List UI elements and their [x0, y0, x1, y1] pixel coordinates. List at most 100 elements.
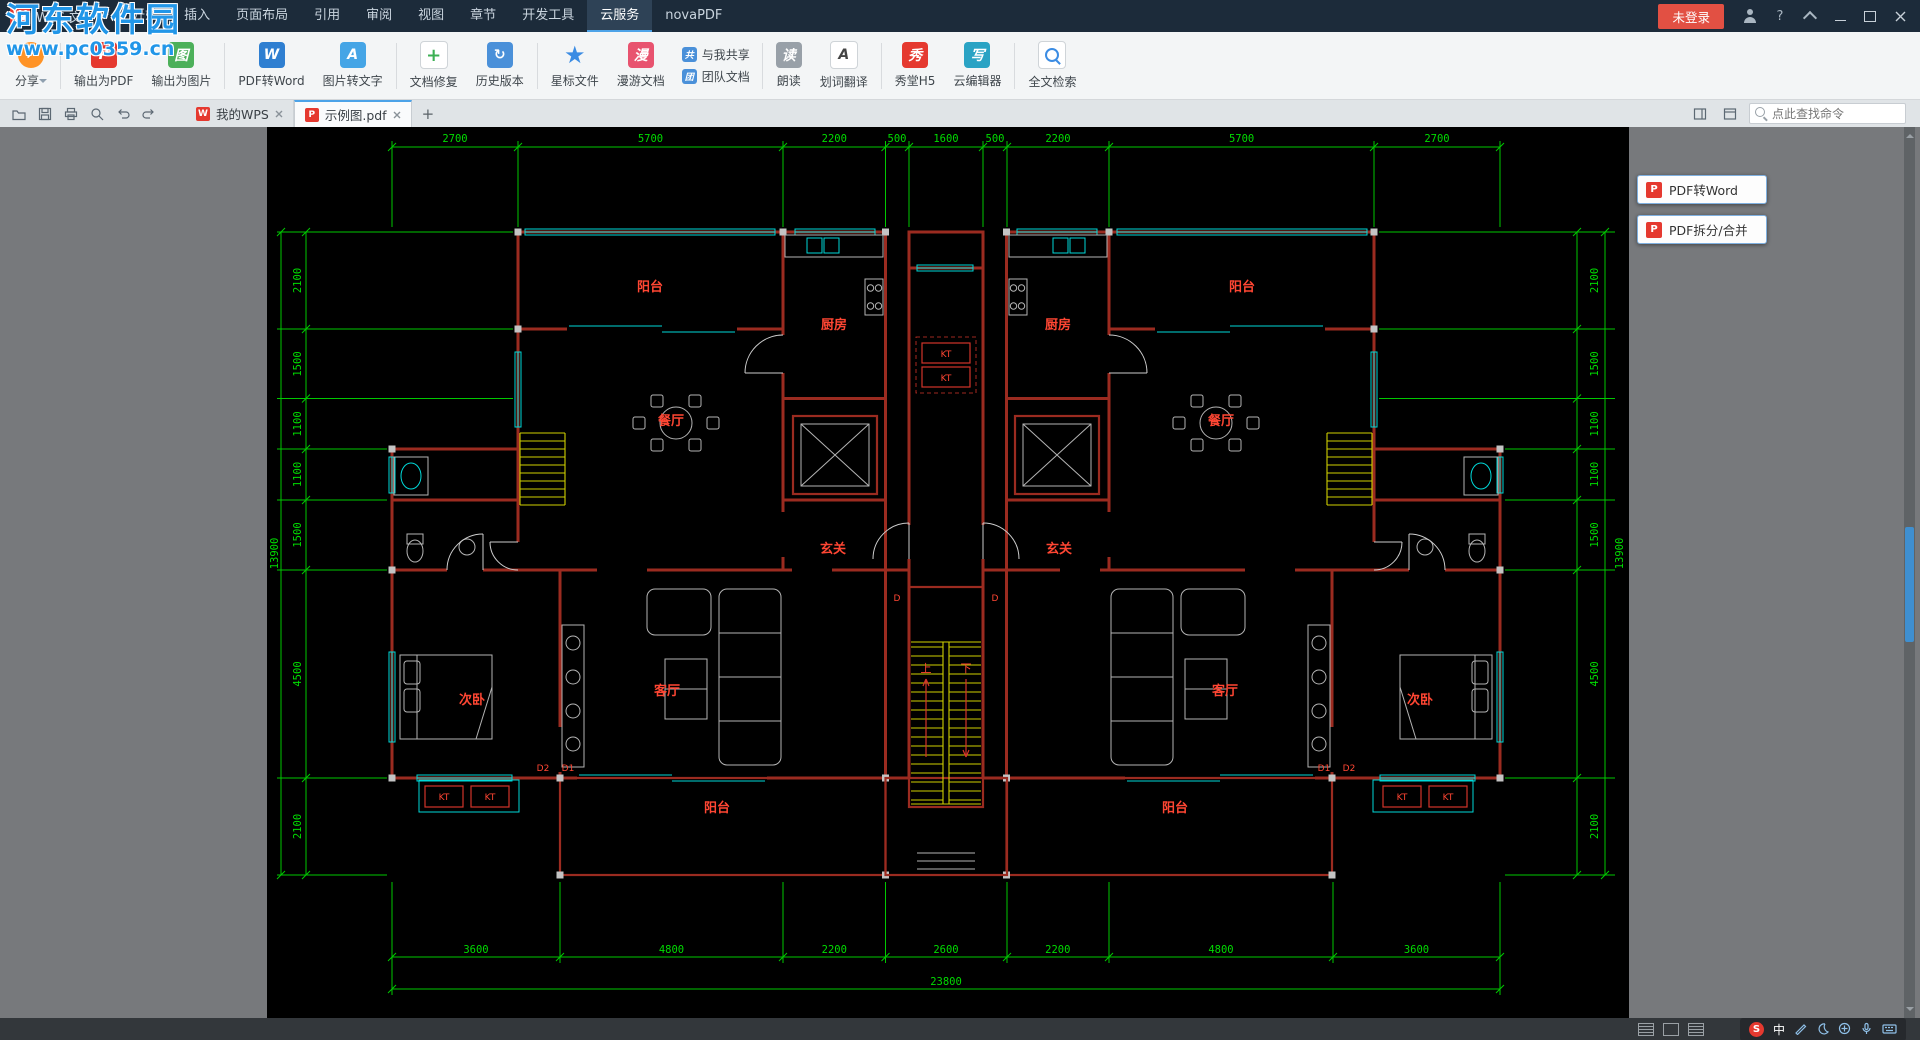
scrollbar-thumb[interactable]: [1905, 527, 1914, 642]
help-icon[interactable]: ?: [1766, 4, 1794, 28]
dim-label: 1100: [1589, 411, 1601, 436]
print-icon[interactable]: [60, 103, 82, 124]
pdf-split-merge-floating-button[interactable]: P PDF拆分/合并: [1637, 215, 1767, 244]
ribbon-button-doc-repair[interactable]: + 文档修复: [401, 38, 467, 93]
menu-section[interactable]: 章节: [457, 0, 509, 32]
dim-label: 4800: [659, 944, 684, 956]
pdf-to-word-floating-button[interactable]: P PDF转Word: [1637, 175, 1767, 204]
dim-label: 5700: [638, 133, 663, 145]
door-label-d2: D2: [537, 764, 550, 774]
undo-icon[interactable]: [112, 103, 134, 124]
print-preview-icon[interactable]: [86, 103, 108, 124]
dim-label: 4800: [1208, 944, 1233, 956]
ime-mic-icon[interactable]: [1860, 1020, 1873, 1039]
ime-keyboard-icon[interactable]: [1882, 1020, 1897, 1039]
ime-language-toggle[interactable]: 中: [1773, 1021, 1785, 1038]
view-mode-page-icon[interactable]: [1663, 1023, 1679, 1036]
menu-novapdf[interactable]: novaPDF: [652, 0, 735, 32]
menu-page-layout[interactable]: 页面布局: [223, 0, 301, 32]
center-core: [886, 232, 1008, 875]
tab-sample-pdf[interactable]: P 示例图.pdf: [294, 100, 412, 127]
tab-my-wps[interactable]: W 我的WPS: [186, 100, 294, 127]
command-search-box[interactable]: [1749, 103, 1906, 124]
chevron-up-icon: [1803, 11, 1817, 25]
room-label-balcony: 阳台: [1229, 279, 1255, 295]
ribbon-toolbar: ↗ 分享 P 输出为PDF 图 输出为图片 W PDF转Word A 图片转文字…: [0, 32, 1920, 100]
quick-access-toolbar: [0, 103, 168, 124]
dim-label: 1100: [292, 462, 304, 487]
open-folder-icon[interactable]: [8, 103, 30, 124]
menu-cloud-services[interactable]: 云服务: [587, 0, 652, 32]
ribbon-button-read-aloud[interactable]: 读 朗读: [767, 39, 811, 92]
menu-references[interactable]: 引用: [301, 0, 353, 32]
dim-total-width: 23800: [930, 976, 962, 988]
scroll-down-icon[interactable]: [1906, 1007, 1914, 1015]
ribbon-button-pdf-to-word[interactable]: W PDF转Word: [229, 39, 313, 92]
app-menu[interactable]: W WPS 文字: [0, 6, 119, 26]
ribbon-button-team-docs[interactable]: 团 团队文档: [682, 68, 750, 85]
ribbon-button-cloud-editor[interactable]: 写 云编辑器: [944, 39, 1010, 92]
collapse-ribbon-icon[interactable]: [1796, 4, 1824, 28]
menu-insert[interactable]: 插入: [171, 0, 223, 32]
ribbon-button-starred-files[interactable]: ★ 星标文件: [542, 39, 608, 92]
door-label: D: [894, 594, 901, 604]
shared-with-me-icon: 共: [682, 47, 697, 62]
maximize-button[interactable]: [1856, 4, 1884, 28]
account-icon[interactable]: [1736, 4, 1764, 28]
ribbon-button-shared-with-me[interactable]: 共 与我共享: [682, 46, 750, 63]
ime-pen-icon[interactable]: [1794, 1020, 1807, 1039]
login-button[interactable]: 未登录: [1658, 4, 1724, 29]
view-mode-normal-icon[interactable]: [1638, 1023, 1654, 1036]
export-image-icon: 图: [168, 42, 194, 68]
room-label-living: 客厅: [1212, 683, 1238, 699]
wps-logo-icon: W: [10, 6, 30, 26]
menu-dev-tools[interactable]: 开发工具: [509, 0, 587, 32]
kt-label: KT: [485, 793, 496, 803]
wps-window: W WPS 文字 开始 插入 页面布局 引用 审阅 视图 章节 开发工具 云服务…: [0, 0, 1920, 1040]
task-window-icon[interactable]: [1719, 103, 1741, 124]
minimize-button[interactable]: [1826, 4, 1854, 28]
pdf-icon: P: [1646, 222, 1662, 238]
dim-label: 3600: [1404, 944, 1429, 956]
ribbon-button-share[interactable]: ↗ 分享: [6, 39, 56, 92]
ime-toolbar: S 中: [1740, 1018, 1906, 1040]
ribbon-button-export-image[interactable]: 图 输出为图片: [142, 39, 220, 92]
translate-icon: A: [830, 41, 858, 69]
dim-label: 1500: [292, 351, 304, 376]
sidebar-panel-icon[interactable]: [1689, 103, 1711, 124]
room-label-balcony: 阳台: [704, 800, 730, 816]
menu-review[interactable]: 审阅: [353, 0, 405, 32]
new-tab-button[interactable]: +: [412, 100, 445, 127]
kt-label: KT: [1443, 793, 1454, 803]
vertical-scrollbar[interactable]: [1904, 127, 1915, 1018]
magnifier-icon: [1045, 48, 1059, 62]
search-input[interactable]: [1750, 104, 1904, 123]
cad-floor-plan: 阳台 厨房 餐厅 玄关 客厅 次卧 阳台 阳台 厨房 餐厅 玄关 客厅 次卧 阳…: [267, 127, 1629, 1018]
save-icon[interactable]: [34, 103, 56, 124]
scroll-up-icon[interactable]: [1906, 130, 1914, 138]
dim-total-height: 13900: [269, 538, 281, 570]
ime-moon-icon[interactable]: [1816, 1020, 1829, 1039]
ribbon-button-export-pdf[interactable]: P 输出为PDF: [65, 39, 142, 92]
redo-icon[interactable]: [138, 103, 160, 124]
pdf-page: 阳台 厨房 餐厅 玄关 客厅 次卧 阳台 阳台 厨房 餐厅 玄关 客厅 次卧 阳…: [267, 127, 1629, 1018]
tab-close-icon[interactable]: [275, 106, 283, 121]
tab-close-icon[interactable]: [393, 107, 401, 122]
ribbon-button-translate[interactable]: A 划词翻译: [811, 38, 877, 93]
dim-label: 2700: [442, 133, 467, 145]
menu-home[interactable]: 开始: [119, 0, 171, 32]
menu-view[interactable]: 视图: [405, 0, 457, 32]
ribbon-button-history-version[interactable]: ↻ 历史版本: [467, 39, 533, 92]
cloud-editor-icon: 写: [964, 42, 990, 68]
ribbon-button-full-text-search[interactable]: 全文检索: [1019, 38, 1085, 93]
menu-bar: 开始 插入 页面布局 引用 审阅 视图 章节 开发工具 云服务 novaPDF: [119, 0, 735, 32]
title-bar: W WPS 文字 开始 插入 页面布局 引用 审阅 视图 章节 开发工具 云服务…: [0, 0, 1920, 32]
view-mode-outline-icon[interactable]: [1688, 1023, 1704, 1036]
ribbon-button-roaming-docs[interactable]: 漫 漫游文档: [608, 39, 674, 92]
ime-emoji-icon[interactable]: [1838, 1020, 1851, 1039]
close-button[interactable]: [1886, 4, 1914, 28]
ribbon-button-image-to-text[interactable]: A 图片转文字: [314, 39, 392, 92]
sogou-ime-icon[interactable]: S: [1749, 1022, 1764, 1037]
ribbon-button-xiutang-h5[interactable]: 秀 秀堂H5: [886, 39, 945, 92]
dim-label: 2100: [1589, 814, 1601, 839]
